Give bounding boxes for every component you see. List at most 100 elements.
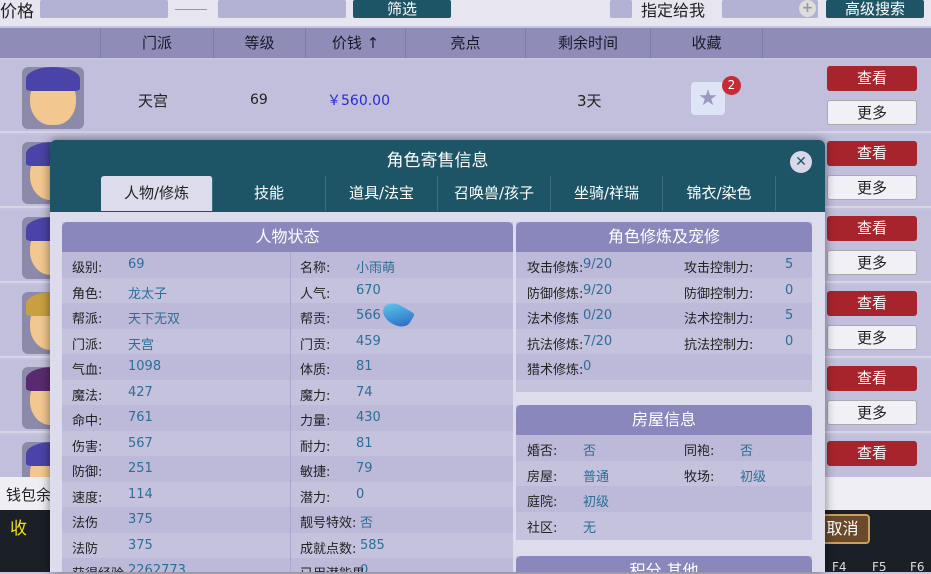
more-button[interactable]: 更多 [827,325,917,350]
cultivation-row: 法术修炼 0/20 法术控制力: 5 [516,303,812,329]
row-price: ￥560.00 [327,93,390,109]
status-row: 伤害: 567 耐力: 81 [62,431,513,457]
table-row[interactable]: 天宫 69 ￥560.00 3天 ★ 2 [0,60,931,133]
status-row: 获得经验 2262773 已用潜能果0 [62,558,513,572]
view-button[interactable]: 查看 [827,291,917,316]
tab-character[interactable]: 人物/修炼 [101,176,213,211]
status-title: 人物状态 [62,222,513,252]
control-value: 0 [785,282,794,298]
stat-value: 670 [356,282,381,298]
designated-checkbox[interactable] [610,0,632,18]
stat-value: 2262773 [128,563,186,572]
house-row: 婚否: 否 同袍: 否 [516,435,812,461]
more-button[interactable]: 更多 [827,100,917,125]
more-button[interactable]: 更多 [827,250,917,275]
wallet-label: 钱包余 [6,486,52,504]
more-button[interactable]: 更多 [827,400,917,425]
cult-value: 7/20 [583,333,613,349]
stat-value: 375 [128,512,153,527]
status-row: 防御: 251 敏捷: 79 [62,456,513,482]
more-button[interactable]: 更多 [827,175,917,200]
stat-value: 114 [128,486,153,502]
stat-label: 级别: [72,261,103,276]
cult-value: 9/20 [583,257,613,272]
col-school[interactable]: 门派 [100,28,213,58]
tab-pets[interactable]: 召唤兽/孩子 [438,176,551,211]
receive-label: 收 [10,519,27,539]
cult-label: 攻击修炼: [527,261,584,276]
control-value: 5 [785,257,794,272]
price-max-input[interactable] [218,0,346,18]
house-value: 初级 [740,469,767,485]
stat-label: 成就点数: [300,541,357,557]
stat-value: 天宫 [128,337,155,353]
house-row: 庭院: 初级 [516,486,812,512]
view-button[interactable]: 查看 [827,441,917,466]
row-time: 3天 [577,92,602,110]
view-button[interactable]: 查看 [827,141,917,166]
house-label: 同袍: [684,444,715,459]
control-label: 抗法控制力: [684,337,754,353]
col-favorite[interactable]: 收藏 [650,28,763,58]
other-panel: 积分 其他 [516,556,812,572]
view-button[interactable]: 查看 [827,66,917,91]
col-price[interactable]: 价钱 ↑ [305,28,405,58]
cultivation-title: 角色修炼及宠修 [516,222,812,252]
col-time[interactable]: 剩余时间 [525,28,650,58]
stat-value: 龙太子 [128,286,168,302]
stat-label: 名称: [300,261,331,276]
close-icon[interactable]: ✕ [790,151,812,173]
col-level[interactable]: 等级 [213,28,305,58]
col-highlight[interactable]: 亮点 [405,28,525,58]
status-row: 魔法: 427 魔力: 74 [62,380,513,406]
stat-label: 气血: [72,363,103,378]
tab-mounts[interactable]: 坐骑/祥瑞 [551,176,663,211]
stat-value: 否 [360,516,374,531]
designated-input[interactable]: + [722,0,818,18]
house-row: 房屋: 普通 牧场: 初级 [516,461,812,487]
stat-value: 761 [128,410,153,425]
plus-icon[interactable]: + [799,0,816,17]
control-value: 0 [785,333,794,349]
filter-bar: 价格 筛选 指定给我 + 高级搜索 [0,0,931,26]
stat-value: 81 [356,359,373,374]
view-button[interactable]: 查看 [827,216,917,241]
stat-label: 角色: [72,286,103,302]
control-label: 防御控制力: [684,286,754,302]
advanced-search-button[interactable]: 高级搜索 [826,0,924,18]
tab-skills[interactable]: 技能 [213,176,326,211]
stat-value: 0 [356,486,365,502]
stat-value: 1098 [128,359,162,374]
stat-value: 566 [356,308,381,323]
stat-label: 靓号特效: [300,516,357,531]
house-title: 房屋信息 [516,405,812,435]
price-min-input[interactable] [40,0,168,18]
house-label: 牧场: [684,469,715,485]
filter-button[interactable]: 筛选 [353,0,451,18]
tab-outfits[interactable]: 锦衣/染色 [663,176,776,211]
house-label: 婚否: [527,444,558,459]
cult-label: 防御修炼: [527,286,584,302]
dialog-title: 角色寄售信息 [386,151,489,171]
cult-value: 0 [583,359,592,374]
favorite-star-icon[interactable]: ★ [691,82,725,115]
designated-label: 指定给我 [641,1,706,20]
house-value: 普通 [583,469,610,485]
stat-value: 天下无双 [128,312,181,327]
control-label: 攻击控制力: [684,261,754,276]
stat-label: 获得经验 [72,563,124,572]
cult-value: 0/20 [583,308,613,323]
house-value: 否 [740,444,754,459]
tab-items[interactable]: 道具/法宝 [326,176,438,211]
role-sale-info-dialog: 角色寄售信息 ✕ 人物/修炼 技能 道具/法宝 召唤兽/孩子 坐骑/祥瑞 锦衣/… [50,140,825,572]
stat-value: 430 [356,410,381,425]
stat-label: 伤害: [72,439,103,455]
favorite-count-badge: 2 [722,76,741,95]
stat-label: 魔力: [300,388,331,404]
stat-value: 79 [356,461,373,476]
house-value: 否 [583,444,597,459]
stat-value: 69 [128,257,145,272]
stat-label: 命中: [72,414,103,429]
view-button[interactable]: 查看 [827,366,917,391]
stat-label: 敏捷: [300,465,331,480]
